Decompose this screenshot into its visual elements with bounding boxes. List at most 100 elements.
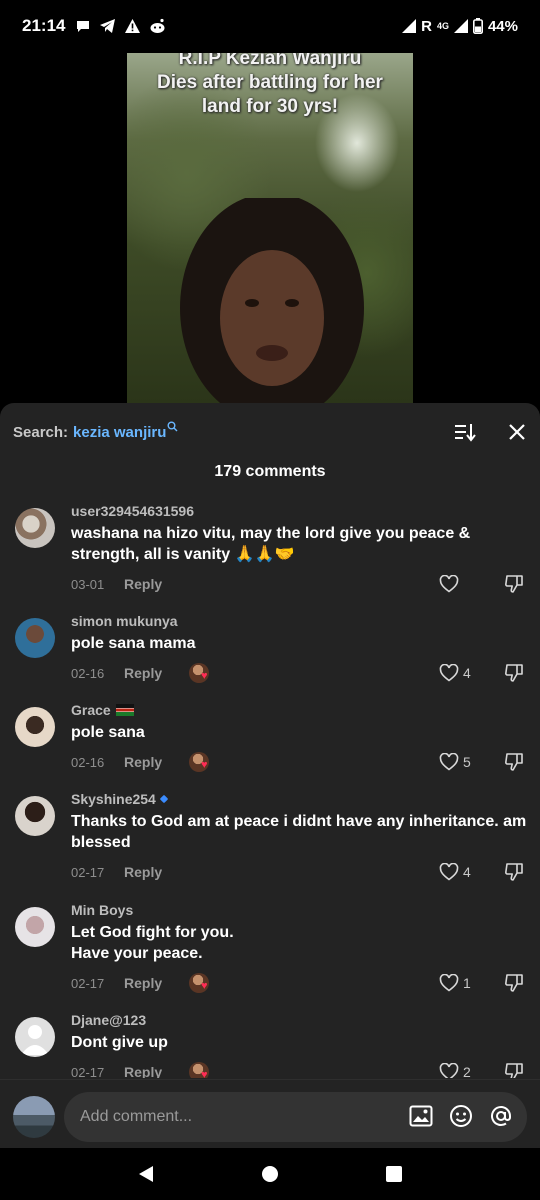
- avatar[interactable]: [15, 707, 55, 747]
- status-bar-left: 21:14: [22, 16, 166, 36]
- like-count: 1: [463, 975, 471, 991]
- heart-icon: [439, 575, 459, 593]
- search-suggestion[interactable]: Search: kezia wanjiru: [13, 421, 178, 441]
- heart-icon: [439, 1063, 459, 1078]
- like-count: 2: [463, 1064, 471, 1078]
- comment-username[interactable]: Skyshine254: [71, 790, 528, 808]
- dislike-button[interactable]: [504, 573, 526, 595]
- like-count: 4: [463, 864, 471, 880]
- creator-heart-icon: ♥: [201, 759, 208, 771]
- heart-icon: [439, 753, 459, 771]
- sort-icon: [455, 424, 476, 442]
- kenya-flag-icon: [115, 704, 134, 716]
- caption-line-2: Dies after battling for her: [157, 72, 383, 93]
- clock: 21:14: [22, 16, 66, 35]
- header-actions: [454, 421, 528, 443]
- reply-button[interactable]: Reply: [124, 975, 162, 991]
- like-button[interactable]: 1: [439, 972, 471, 994]
- reply-button[interactable]: Reply: [124, 754, 162, 770]
- heart-icon: [439, 863, 459, 881]
- my-avatar[interactable]: [13, 1096, 55, 1138]
- comment-text: pole sana mama: [71, 635, 196, 652]
- back-icon[interactable]: [137, 1164, 155, 1184]
- notification-icons: [75, 18, 166, 34]
- default-avatar-icon: [21, 1025, 49, 1055]
- close-icon: [509, 424, 525, 440]
- recents-icon[interactable]: [385, 1165, 403, 1183]
- comment-date: 02-16: [71, 754, 105, 770]
- input-actions: [409, 1104, 513, 1128]
- like-count: 4: [463, 665, 471, 681]
- comment-date: 03-01: [71, 576, 105, 592]
- thumbs-down-icon: [505, 664, 523, 682]
- comment-username[interactable]: user329454631596: [71, 502, 528, 520]
- reply-button[interactable]: Reply: [124, 665, 162, 681]
- comment-username[interactable]: Min Boys: [71, 901, 528, 919]
- comment-username[interactable]: simon mukunya: [71, 612, 528, 630]
- comment-meta: 03-01 Reply: [71, 573, 528, 595]
- comment-text: Let God fight for you. Have your peace.: [71, 924, 234, 962]
- comment-meta: 02-16 Reply ♥ 4: [71, 662, 528, 684]
- comments-list[interactable]: user329454631596 washana na hizo vitu, m…: [0, 498, 540, 1078]
- like-count: 5: [463, 754, 471, 770]
- status-bar: 21:14 R 4G 44%: [0, 0, 540, 52]
- mention-icon[interactable]: [489, 1104, 513, 1128]
- signal-icon: [402, 19, 417, 33]
- chat-bubble-icon: [77, 21, 90, 32]
- creator-heart-icon: ♥: [201, 670, 208, 682]
- image-icon[interactable]: [409, 1105, 433, 1127]
- dislike-button[interactable]: [504, 861, 526, 883]
- avatar[interactable]: [15, 1017, 55, 1057]
- reply-button[interactable]: Reply: [124, 1064, 162, 1078]
- like-button[interactable]: 2: [439, 1061, 471, 1078]
- avatar[interactable]: [15, 508, 55, 548]
- comment-meta: 02-17 Reply ♥ 1: [71, 972, 528, 994]
- comment-text: pole sana: [71, 724, 145, 741]
- like-button[interactable]: 4: [439, 662, 471, 684]
- network-type: 4G: [436, 21, 449, 31]
- comments-sheet: Search: kezia wanjiru 179 comments user3…: [0, 403, 540, 1200]
- thumbs-down-icon: [505, 974, 523, 992]
- dislike-button[interactable]: [504, 972, 526, 994]
- search-icon: [167, 421, 178, 431]
- like-button[interactable]: [439, 573, 463, 595]
- avatar[interactable]: [15, 907, 55, 947]
- like-button[interactable]: 5: [439, 751, 471, 773]
- avatar[interactable]: [15, 618, 55, 658]
- comment-meta: 02-16 Reply ♥ 5: [71, 751, 528, 773]
- dislike-button[interactable]: [504, 1061, 526, 1078]
- avatar[interactable]: [15, 796, 55, 836]
- comment-text: Dont give up: [71, 1034, 168, 1051]
- comment-date: 02-16: [71, 665, 105, 681]
- comment-meta: 02-17 Reply ♥ 2: [71, 1061, 528, 1078]
- emoji-icon[interactable]: [449, 1104, 473, 1128]
- thumbs-down-icon: [505, 575, 523, 593]
- comment-username[interactable]: Djane@123: [71, 1011, 528, 1029]
- home-icon[interactable]: [261, 1165, 279, 1183]
- dislike-button[interactable]: [504, 662, 526, 684]
- comment-input[interactable]: Add comment...: [64, 1092, 527, 1142]
- comments-header: Search: kezia wanjiru: [13, 417, 528, 447]
- like-button[interactable]: 4: [439, 861, 471, 883]
- thumbs-down-icon: [505, 753, 523, 771]
- comment-text: Thanks to God am at peace i didnt have a…: [71, 813, 527, 851]
- roaming-indicator: R: [421, 17, 432, 35]
- reply-button[interactable]: Reply: [124, 576, 162, 592]
- video-player[interactable]: R.I.P Keziah Wanjiru Dies after battling…: [127, 53, 413, 403]
- creator-heart-icon: ♥: [201, 1069, 208, 1079]
- search-term-link[interactable]: kezia wanjiru: [73, 424, 166, 441]
- signal-icon-2: [453, 19, 468, 33]
- comments-count: 179 comments: [214, 463, 326, 480]
- comment-date: 02-17: [71, 975, 105, 991]
- reddit-icon: [150, 18, 165, 33]
- comment-username[interactable]: Grace: [71, 701, 528, 719]
- close-button[interactable]: [506, 421, 528, 443]
- video-person-figure: [180, 198, 364, 403]
- comment-meta: 02-17 Reply 4: [71, 861, 528, 883]
- comment-text: washana na hizo vitu, may the lord give …: [71, 525, 471, 563]
- system-nav-bar: [0, 1148, 540, 1200]
- heart-icon: [439, 974, 459, 992]
- dislike-button[interactable]: [504, 751, 526, 773]
- reply-button[interactable]: Reply: [124, 864, 162, 880]
- sort-button[interactable]: [454, 421, 476, 443]
